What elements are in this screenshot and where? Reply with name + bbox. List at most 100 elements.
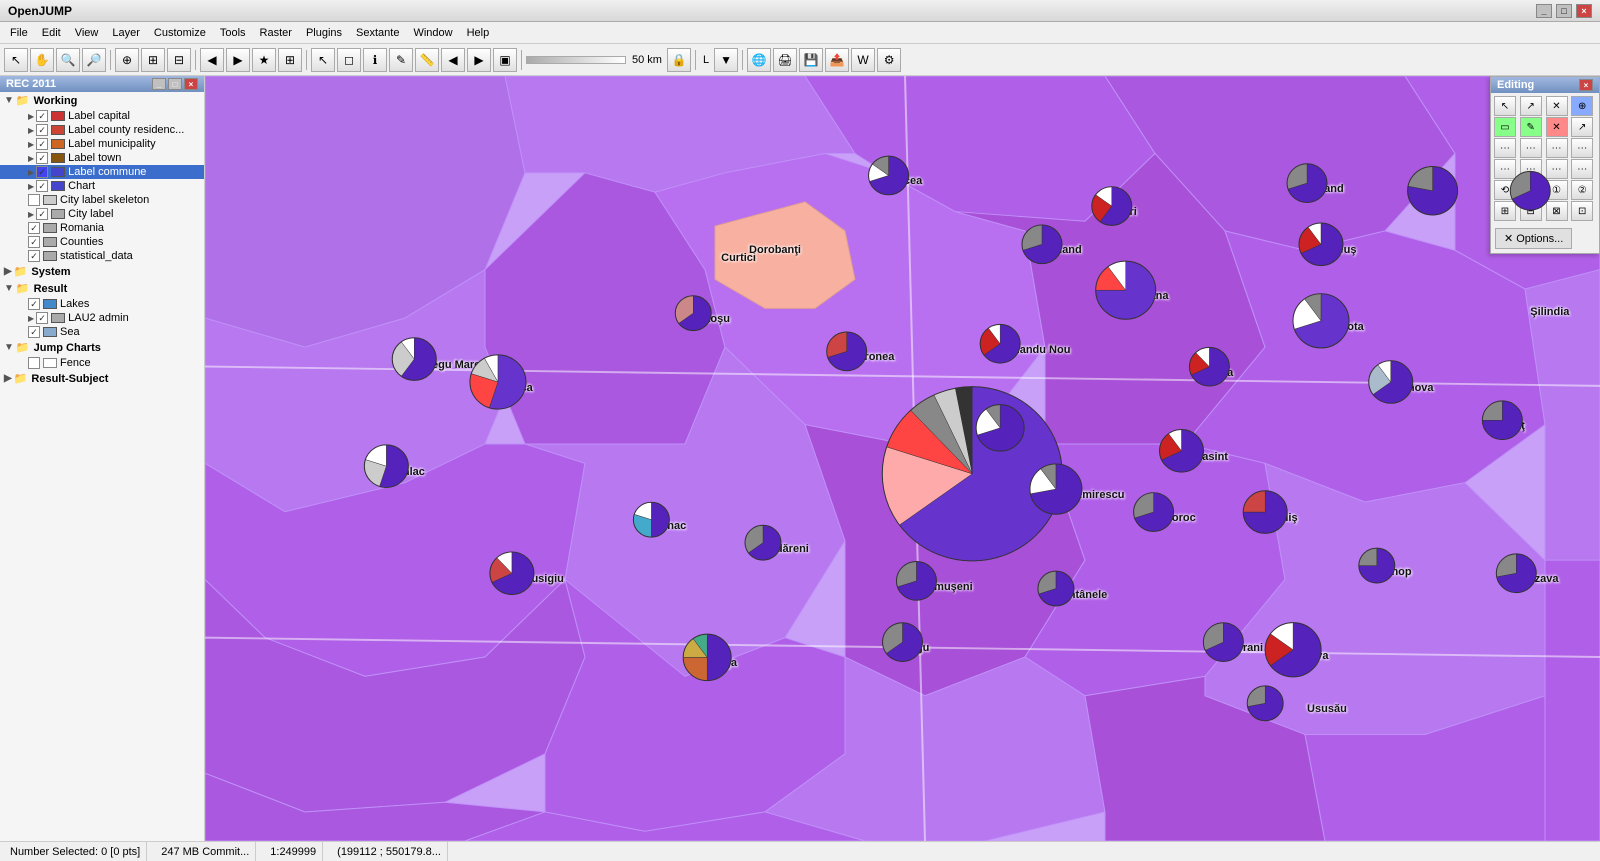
checkbox-label-municipality[interactable] [36,138,48,150]
result-group[interactable]: ▼ 📁 Result [0,280,204,297]
zoom-layer-tool[interactable]: ⊟ [167,48,191,72]
menu-item-tools[interactable]: Tools [214,25,252,41]
layer-label-county[interactable]: ▶ Label county residenc... [0,123,204,137]
layer-lau2[interactable]: ▶ LAU2 admin [0,311,204,325]
grid-btn[interactable]: ⊞ [278,48,302,72]
layer-city-label-skeleton[interactable]: City label skeleton [0,193,204,207]
options-button[interactable]: ✕ Options... [1495,228,1572,249]
edit-btn[interactable]: ✎ [389,48,413,72]
checkbox-label-capital[interactable] [36,110,48,122]
edit-rect-btn[interactable]: ▭ [1494,117,1516,137]
layer-romania[interactable]: Romania [0,221,204,235]
layer-city-label[interactable]: ▶ City label [0,207,204,221]
maximize-button[interactable]: □ [1556,4,1572,18]
checkbox-label-town[interactable] [36,152,48,164]
edit-dots-btn1[interactable]: ⋯ [1494,138,1516,158]
edit-dots-btn6[interactable]: ⋯ [1520,159,1542,179]
info-btn[interactable]: ℹ [363,48,387,72]
checkbox-fence[interactable] [28,357,40,369]
editing-close-btn[interactable]: × [1579,79,1593,91]
menu-item-sextante[interactable]: Sextante [350,25,405,41]
menu-item-view[interactable]: View [69,25,105,41]
checkbox-city-skeleton[interactable] [28,194,40,206]
edit-dots-btn13[interactable]: ⊞ [1494,201,1516,221]
map-area[interactable]: AradCurticiPecicaSântanaPâncotaIneuLipov… [205,76,1600,841]
menu-item-window[interactable]: Window [407,25,458,41]
zoom-in-tool[interactable]: 🔍 [56,48,80,72]
jump-charts-group[interactable]: ▼ 📁 Jump Charts [0,339,204,356]
edit-diag-btn[interactable]: ↗ [1571,117,1593,137]
title-bar-controls[interactable]: _ □ × [1536,4,1592,18]
edit-dots-btn5[interactable]: ⋯ [1494,159,1516,179]
edit-dots-btn9[interactable]: ⟲ [1494,180,1516,200]
checkbox-lakes[interactable] [28,298,40,310]
checkbox-romania[interactable] [28,222,40,234]
measure-btn[interactable]: 📏 [415,48,439,72]
back-btn[interactable]: ◀ [441,48,465,72]
edit-dots-btn8[interactable]: ⋯ [1571,159,1593,179]
edit-dots-btn4[interactable]: ⋯ [1571,138,1593,158]
edit-select-btn[interactable]: ↖ [1494,96,1516,116]
edit-dots-btn16[interactable]: ⊡ [1571,201,1593,221]
checkbox-statistical[interactable] [28,250,40,262]
settings-btn[interactable]: ⚙ [877,48,901,72]
checkbox-city-label[interactable] [36,208,48,220]
result-subject-group[interactable]: ▶ 📁 Result-Subject [0,370,204,387]
screen-btn[interactable]: ▣ [493,48,517,72]
minimize-button[interactable]: _ [1536,4,1552,18]
layer-label-municipality[interactable]: ▶ Label municipality [0,137,204,151]
checkbox-chart[interactable] [36,180,48,192]
menu-item-raster[interactable]: Raster [254,25,298,41]
checkbox-label-county[interactable] [36,124,48,136]
rec-close-btn[interactable]: × [184,78,198,90]
edit-dots-btn7[interactable]: ⋯ [1546,159,1568,179]
rec-maximize-btn[interactable]: □ [168,78,182,90]
edit-select2-btn[interactable]: ↗ [1520,96,1542,116]
zoom-dropdown-btn[interactable]: ▼ [714,48,738,72]
edit-dots-btn2[interactable]: ⋯ [1520,138,1542,158]
menu-item-edit[interactable]: Edit [36,25,67,41]
system-group[interactable]: ▶ 📁 System [0,263,204,280]
edit-delete-btn[interactable]: ✕ [1546,96,1568,116]
bookmark-btn[interactable]: ★ [252,48,276,72]
edit-dots-btn11[interactable]: ① [1546,180,1568,200]
zoom-selected-tool[interactable]: ⊞ [141,48,165,72]
rec-minimize-btn[interactable]: _ [152,78,166,90]
checkbox-counties[interactable] [28,236,40,248]
menu-item-layer[interactable]: Layer [106,25,146,41]
print-btn[interactable]: 🖨 [773,48,797,72]
globe-btn[interactable]: 🌐 [747,48,771,72]
pan-tool[interactable]: ✋ [30,48,54,72]
wfs-btn[interactable]: W [851,48,875,72]
rec-header-controls[interactable]: _ □ × [152,78,198,90]
edit-dots-btn15[interactable]: ⊠ [1546,201,1568,221]
save-btn[interactable]: 💾 [799,48,823,72]
menu-item-help[interactable]: Help [461,25,496,41]
pointer-btn[interactable]: ↖ [311,48,335,72]
export-btn[interactable]: 📤 [825,48,849,72]
checkbox-sea[interactable] [28,326,40,338]
layer-label-capital[interactable]: ▶ Label capital [0,109,204,123]
edit-dots-btn14[interactable]: ⊟ [1520,201,1542,221]
scale-slider[interactable] [526,56,626,64]
edit-dots-btn10[interactable]: ⟳ [1520,180,1542,200]
layer-lakes[interactable]: Lakes [0,297,204,311]
forward-btn[interactable]: ▶ [467,48,491,72]
edit-dots-btn12[interactable]: ② [1571,180,1593,200]
menu-item-file[interactable]: File [4,25,34,41]
checkbox-label-commune[interactable] [36,166,48,178]
layer-label-commune[interactable]: ▶ Label commune [0,165,204,179]
select-area-btn[interactable]: ◻ [337,48,361,72]
layer-label-town[interactable]: ▶ Label town [0,151,204,165]
select-tool[interactable]: ↖ [4,48,28,72]
layer-fence[interactable]: Fence [0,356,204,370]
scale-lock-btn[interactable]: 🔒 [667,48,691,72]
layer-chart[interactable]: ▶ Chart [0,179,204,193]
zoom-full-tool[interactable]: ⊕ [115,48,139,72]
layer-sea[interactable]: Sea [0,325,204,339]
next-zoom-btn[interactable]: ▶ [226,48,250,72]
working-group[interactable]: ▼ 📁 Working [0,92,204,109]
edit-dots-btn3[interactable]: ⋯ [1546,138,1568,158]
prev-zoom-btn[interactable]: ◀ [200,48,224,72]
menu-item-customize[interactable]: Customize [148,25,212,41]
